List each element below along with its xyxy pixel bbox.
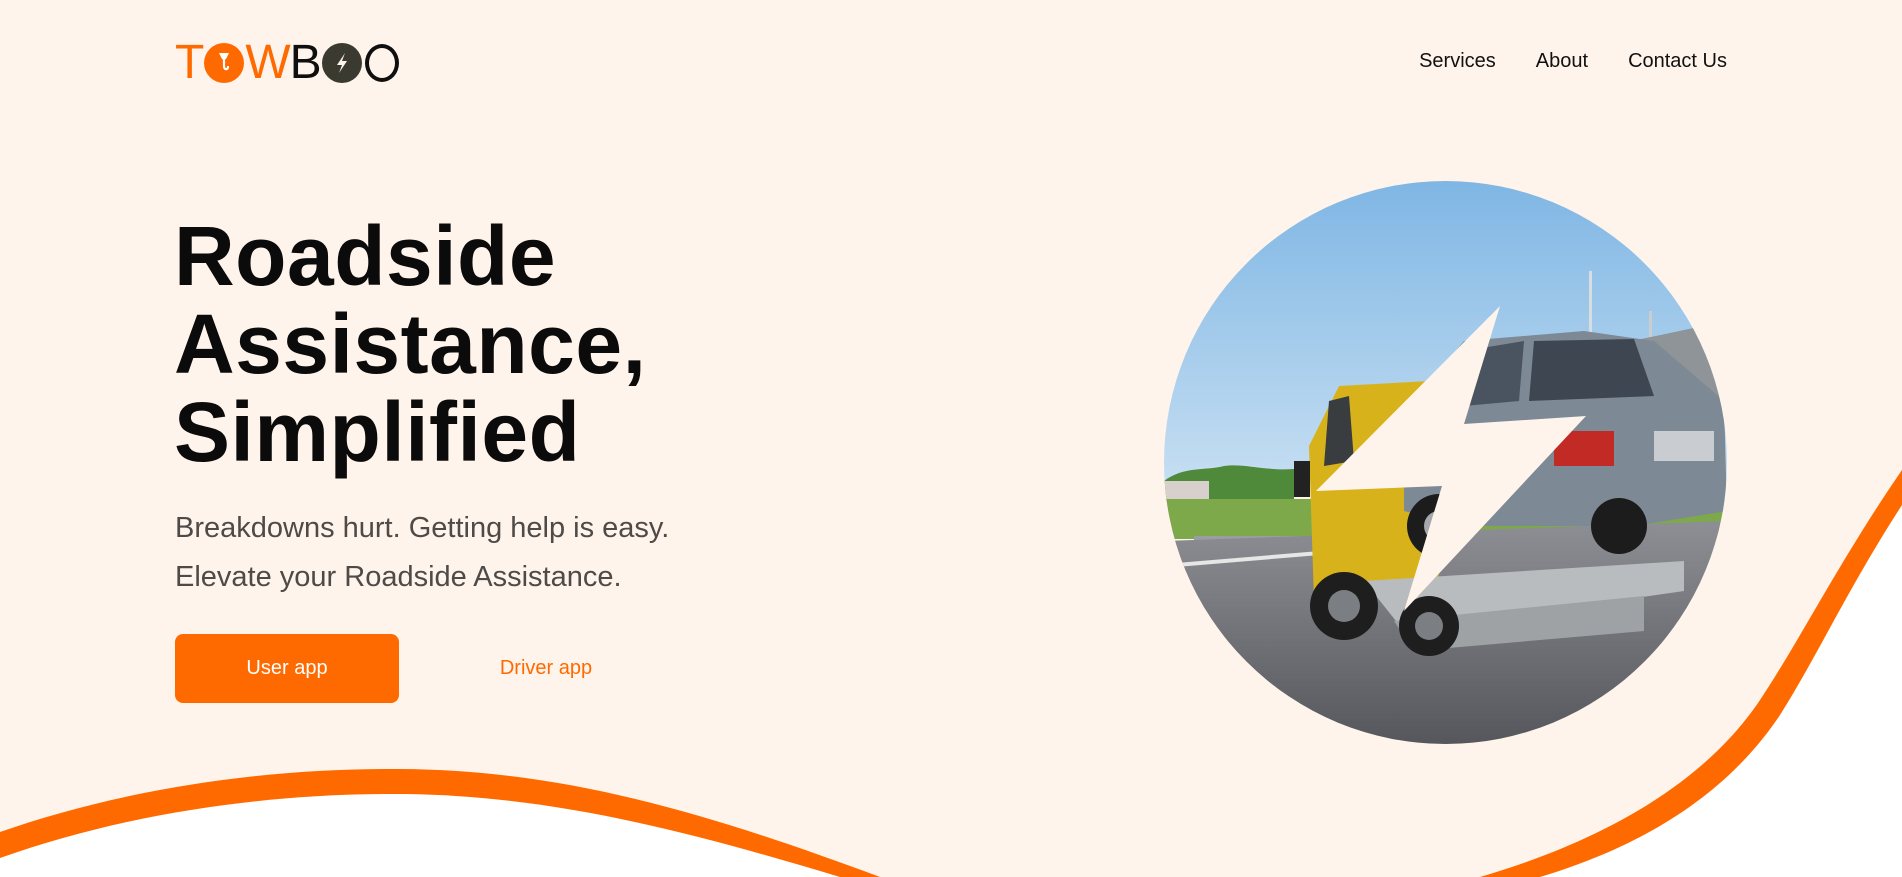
nav-link-services[interactable]: Services [1419,50,1496,73]
logo-letter-w: W [245,36,290,89]
site-header: T W B Services About Contact Us [175,38,1727,88]
hero-subtitle-line-2: Elevate your Roadside Assistance. [175,561,622,593]
logo-tow-hook-icon [204,43,245,83]
landing-page: T W B Services About Contact Us Roadside… [0,0,1902,877]
hero-subtitle-line-1: Breakdowns hurt. Getting help is easy. [175,512,670,544]
hero-tow-truck-image [1164,181,1727,744]
hero-title: Roadside Assistance, Simplified [174,212,874,476]
nav-link-contact-us[interactable]: Contact Us [1628,50,1727,73]
driver-app-button[interactable]: Driver app [470,634,622,703]
hero-title-line-3: Simplified [174,385,581,479]
hero-subtitle: Breakdowns hurt. Getting help is easy. E… [175,504,669,602]
main-nav: Services About Contact Us [1419,50,1727,73]
logo-letter-t: T [175,36,204,89]
towboo-logo[interactable]: T W B [175,38,399,88]
logo-letter-b: B [289,36,322,89]
nav-link-about[interactable]: About [1536,50,1588,73]
user-app-button[interactable]: User app [175,634,399,703]
logo-lightning-icon [321,43,362,83]
hero-title-line-2: Assistance, [174,297,647,391]
logo-letter-o [364,44,399,82]
hero-title-line-1: Roadside [174,209,557,303]
